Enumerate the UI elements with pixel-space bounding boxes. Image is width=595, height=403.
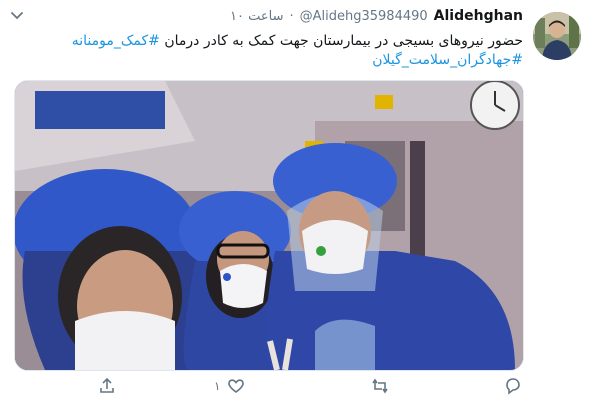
heart-icon	[228, 379, 245, 393]
avatar-image	[533, 12, 581, 60]
tweet-actions: ۱	[0, 374, 595, 402]
tweet-header: Alidehghan @Alidehg35984490 · ۱۰ ساعت	[230, 8, 523, 24]
retweet-button[interactable]	[369, 376, 391, 396]
tweet-text-main: حضور نیروهای بسیجی در بیمارستان جهت کمک …	[164, 33, 523, 49]
hashtag-link[interactable]: #کمک_مومنانه	[72, 33, 160, 49]
reply-icon	[506, 378, 520, 395]
tweet-text-line-1: حضور نیروهای بسیجی در بیمارستان جهت کمک …	[23, 32, 523, 51]
chevron-down-icon[interactable]	[8, 6, 26, 24]
tweet-card[interactable]: Alidehghan @Alidehg35984490 · ۱۰ ساعت حض…	[0, 0, 595, 403]
reply-button[interactable]	[503, 376, 523, 396]
separator-dot: ·	[289, 8, 294, 24]
retweet-icon	[372, 378, 388, 394]
share-button[interactable]	[97, 376, 117, 396]
hashtag-link[interactable]: #جهادگران_سلامت_گیلان	[372, 52, 523, 68]
user-handle[interactable]: @Alidehg35984490	[300, 9, 428, 24]
like-button[interactable]: ۱	[214, 376, 246, 396]
tweet-text: حضور نیروهای بسیجی در بیمارستان جهت کمک …	[23, 32, 523, 70]
photo-three-nurses-selfie	[15, 81, 523, 370]
tweet-text-line-2: #جهادگران_سلامت_گیلان	[23, 51, 523, 70]
tweet-photo[interactable]	[14, 80, 524, 371]
display-name[interactable]: Alidehghan	[434, 8, 523, 24]
share-icon	[100, 377, 114, 393]
like-count: ۱	[214, 379, 221, 393]
avatar[interactable]	[533, 12, 581, 60]
tweet-timestamp[interactable]: ۱۰ ساعت	[230, 9, 284, 24]
